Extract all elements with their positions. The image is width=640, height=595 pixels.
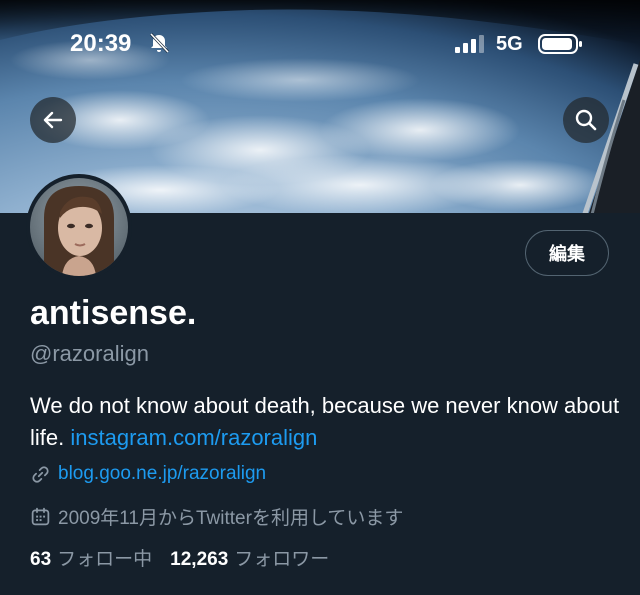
following-count: 63 <box>30 549 52 570</box>
avatar-photo <box>30 178 128 276</box>
status-time: 20:39 <box>70 30 132 57</box>
website-row: blog.goo.ne.jp/razoralign <box>30 463 266 485</box>
followers-count: 12,263 <box>170 549 229 570</box>
search-button[interactable] <box>563 97 609 143</box>
network-type: 5G <box>496 33 523 55</box>
link-icon <box>32 465 49 483</box>
joined-date-text: 2009年11月からTwitterを利用しています <box>58 508 404 529</box>
joined-date-row: 2009年11月からTwitterを利用しています <box>30 503 403 530</box>
follow-stats: 63 フォロー中 12,263 フォロワー <box>30 544 329 571</box>
followers-label: フォロワー <box>234 549 330 570</box>
website-link[interactable]: blog.goo.ne.jp/razoralign <box>58 463 266 485</box>
profile-screen: 20:39 5G 編集 antisense. @razoralign We do… <box>0 0 640 595</box>
back-button[interactable] <box>30 97 76 143</box>
arrow-left-icon <box>43 111 63 129</box>
following-link[interactable]: 63 フォロー中 <box>30 544 152 571</box>
username-handle: @razoralign <box>30 341 149 366</box>
followers-link[interactable]: 12,263 フォロワー <box>170 544 329 571</box>
bio: We do not know about death, because we n… <box>30 390 630 454</box>
edit-profile-button[interactable]: 編集 <box>525 230 609 276</box>
display-name: antisense. <box>30 294 197 332</box>
search-icon <box>575 109 597 131</box>
battery-icon <box>538 34 582 54</box>
bio-link[interactable]: instagram.com/razoralign <box>70 425 317 450</box>
calendar-icon <box>31 507 50 526</box>
signal-icon <box>455 35 484 53</box>
avatar[interactable] <box>26 174 132 280</box>
following-label: フォロー中 <box>57 549 153 570</box>
bell-slash-icon <box>149 32 170 54</box>
